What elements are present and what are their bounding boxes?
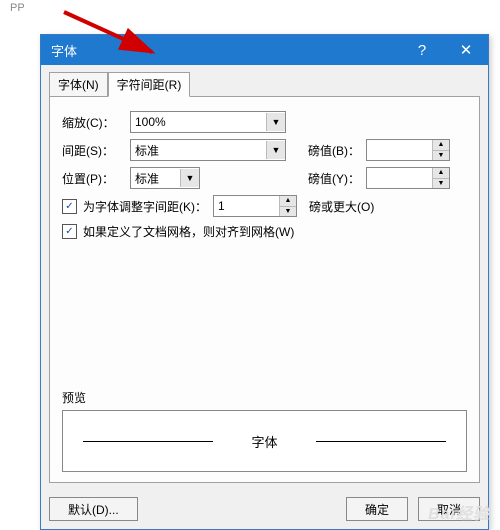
watermark: Bai经验 [428, 500, 490, 524]
chevron-down-icon: ▼ [180, 169, 199, 187]
tab-body: 缩放(C)： 100% ▼ 间距(S)： 标准 ▼ 磅值(B)： ▲▼ 位置(P… [49, 96, 480, 483]
font-dialog: 字体 ? ✕ 字体(N) 字符间距(R) 缩放(C)： 100% ▼ 间距(S)… [40, 34, 489, 530]
close-button[interactable]: ✕ [444, 35, 488, 65]
kerning-label: 为字体调整字间距(K)： [83, 198, 207, 215]
spinner-buttons[interactable]: ▲▼ [432, 140, 449, 160]
kerning-suffix: 磅或更大(O) [309, 198, 374, 215]
stray-text: PP [10, 2, 25, 14]
kerning-spin[interactable]: 1 ▲▼ [213, 195, 297, 217]
tab-char-spacing[interactable]: 字符间距(R) [108, 72, 191, 97]
scale-combo[interactable]: 100% ▼ [130, 111, 286, 133]
grid-label: 如果定义了文档网格，则对齐到网格(W) [83, 223, 294, 240]
spinner-buttons[interactable]: ▲▼ [432, 168, 449, 188]
preview-text: 字体 [251, 432, 277, 451]
help-button[interactable]: ? [400, 35, 444, 65]
chevron-down-icon: ▼ [266, 113, 285, 131]
scale-label: 缩放(C)： [62, 114, 124, 131]
position-val-spin[interactable]: ▲▼ [366, 167, 450, 189]
kerning-value: 1 [218, 199, 225, 213]
position-val-label: 磅值(Y)： [308, 170, 360, 187]
spacing-val-label: 磅值(B)： [308, 142, 360, 159]
tab-strip: 字体(N) 字符间距(R) [41, 65, 488, 96]
chevron-down-icon: ▼ [266, 141, 285, 159]
grid-checkbox[interactable]: ✓ [62, 224, 77, 239]
preview-box: 字体 [62, 410, 467, 472]
spinner-buttons[interactable]: ▲▼ [279, 196, 296, 216]
scale-value: 100% [135, 115, 166, 129]
position-value: 标准 [135, 170, 159, 187]
default-button[interactable]: 默认(D)... [49, 497, 138, 521]
preview-label: 预览 [62, 389, 467, 406]
position-label: 位置(P)： [62, 170, 124, 187]
kerning-checkbox[interactable]: ✓ [62, 199, 77, 214]
ok-button[interactable]: 确定 [346, 497, 408, 521]
spacing-value: 标准 [135, 142, 159, 159]
dialog-buttons: 默认(D)... 确定 取消 [41, 489, 488, 529]
spacing-combo[interactable]: 标准 ▼ [130, 139, 286, 161]
spacing-val-spin[interactable]: ▲▼ [366, 139, 450, 161]
tab-font[interactable]: 字体(N) [49, 72, 108, 97]
spacing-label: 间距(S)： [62, 142, 124, 159]
position-combo[interactable]: 标准 ▼ [130, 167, 200, 189]
annotation-arrow [60, 8, 170, 68]
